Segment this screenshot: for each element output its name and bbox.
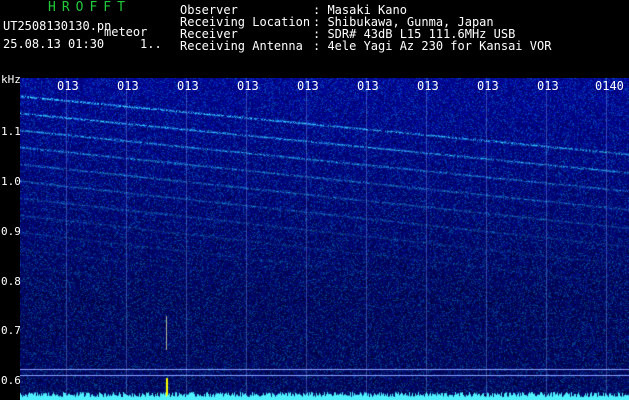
freq-tick-0.9: 0.9 xyxy=(1,225,21,238)
freq-tick-0.8: 0.8 xyxy=(1,275,21,288)
file-name: UT2508130130.pn xyxy=(3,19,112,33)
freq-tick-0.7: 0.7 xyxy=(1,324,21,337)
time-tick: 0140 xyxy=(595,79,624,93)
freq-tick-0.6: 0.6 xyxy=(1,374,21,387)
freq-tick-1.0: 1.0 xyxy=(1,175,21,188)
date-time: 25.08.13 01:30 xyxy=(3,37,105,51)
app-title: HROFFT xyxy=(48,0,131,15)
time-tick: 013 xyxy=(357,79,379,93)
time-tick: 013 xyxy=(537,79,559,93)
info-label-antenna: Receiving Antenna xyxy=(180,39,303,53)
spectrogram-canvas xyxy=(20,78,629,400)
time-tick: 013 xyxy=(417,79,439,93)
freq-tick-1.1: 1.1 xyxy=(1,125,21,138)
freq-unit-label: kHz xyxy=(1,73,21,86)
time-tick: 013 xyxy=(297,79,319,93)
time-tick: 013 xyxy=(117,79,139,93)
extra-value: 1.. xyxy=(140,37,162,51)
info-value-antenna: : 4ele Yagi Az 230 for Kansai VOR xyxy=(313,39,552,53)
time-tick: 013 xyxy=(57,79,79,93)
spectrogram xyxy=(20,78,629,400)
hrofft-window: HROFFT UT2508130130.pn meteor 25.08.13 0… xyxy=(0,0,629,400)
time-tick: 013 xyxy=(177,79,199,93)
time-tick: 013 xyxy=(477,79,499,93)
time-tick: 013 xyxy=(237,79,259,93)
